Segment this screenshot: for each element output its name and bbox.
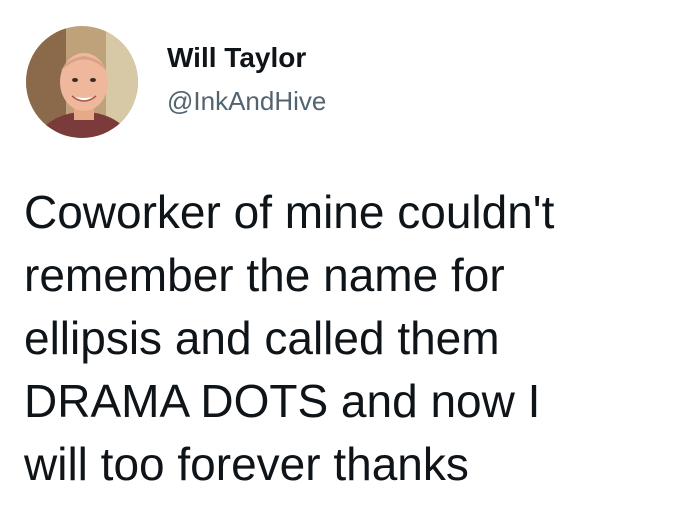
tweet-text-line: ellipsis and called them bbox=[24, 312, 500, 364]
tweet-text-line: remember the name for bbox=[24, 249, 505, 301]
user-handle[interactable]: @InkAndHive bbox=[167, 86, 326, 116]
display-name[interactable]: Will Taylor bbox=[167, 42, 306, 74]
tweet-text: Coworker of mine couldn't remember the n… bbox=[24, 181, 689, 496]
tweet-text-line: DRAMA DOTS and now I bbox=[24, 375, 541, 427]
tweet-text-line: Coworker of mine couldn't bbox=[24, 186, 555, 238]
avatar[interactable] bbox=[26, 26, 138, 138]
tweet-text-line: will too forever thanks bbox=[24, 438, 469, 490]
tweet-card: Will Taylor @InkAndHive Coworker of mine… bbox=[0, 0, 697, 522]
avatar-image bbox=[26, 26, 138, 138]
